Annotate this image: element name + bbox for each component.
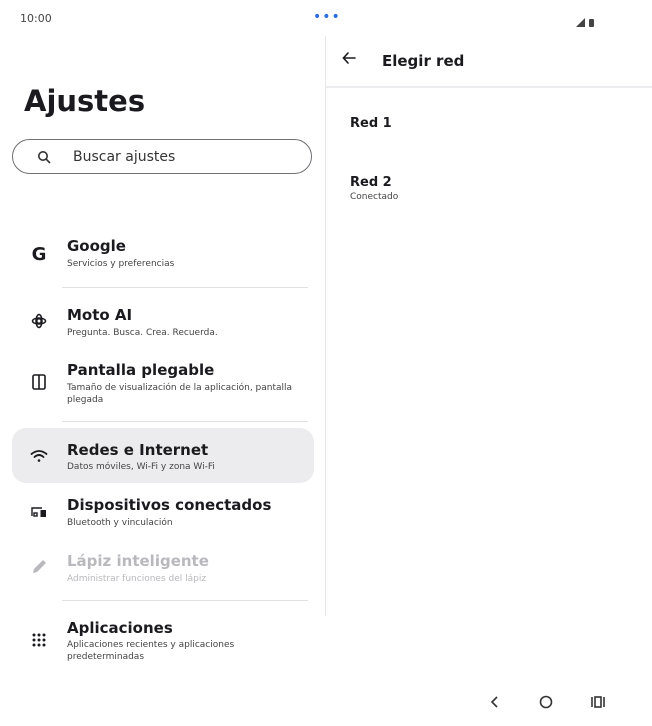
page-title: Ajustes [24,84,146,118]
item-subtitle: Tamaño de visualización de la aplicación… [67,383,293,405]
status-bar: 10:00 ••• [0,0,652,36]
nav-home-icon[interactable] [538,694,554,714]
settings-item-apps[interactable]: Aplicaciones Aplicaciones recientes y ap… [12,615,314,669]
item-subtitle: Datos móviles, Wi-Fi y zona Wi-Fi [67,462,215,472]
search-placeholder: Buscar ajustes [73,149,176,165]
detail-pane: Elegir red Red 1 Red 2 Conectado [326,36,652,616]
moto-ai-icon [26,308,52,334]
foldable-icon [26,369,52,395]
section-divider [62,287,308,288]
network-name: Red 1 [350,116,392,131]
item-title: Redes e Internet [67,441,209,459]
section-divider [62,600,308,601]
item-title: Lápiz inteligente [67,552,209,570]
item-subtitle: Aplicaciones recientes y aplicaciones pr… [67,640,235,662]
settings-item-connected-devices[interactable]: Dispositivos conectados Bluetooth y vinc… [12,492,314,536]
network-status: Conectado [350,192,399,202]
back-arrow-icon[interactable] [342,50,356,69]
item-subtitle: Bluetooth y vinculación [67,518,173,528]
apps-grid-icon [26,627,52,653]
signal-battery-icon [576,13,598,32]
settings-item-smart-pen: Lápiz inteligente Administrar funciones … [12,548,314,592]
settings-item-google[interactable]: G Google Servicios y preferencias [12,233,314,277]
status-time: 10:00 [20,12,52,25]
section-divider [62,421,308,422]
item-subtitle: Administrar funciones del lápiz [67,574,207,584]
google-icon: G [31,243,47,265]
nav-recents-icon[interactable] [590,694,606,714]
search-field[interactable]: Buscar ajustes [12,139,312,174]
pen-icon [26,554,52,580]
item-title: Pantalla plegable [67,361,215,379]
network-item-red-1[interactable]: Red 1 [350,116,392,131]
settings-item-foldable-display[interactable]: Pantalla plegable Tamaño de visualizació… [12,357,314,411]
nav-back-icon[interactable] [488,694,500,714]
item-title: Aplicaciones [67,619,173,637]
wifi-icon [26,443,52,469]
settings-item-moto-ai[interactable]: Moto AI Pregunta. Busca. Crea. Recuerda. [12,302,314,346]
item-title: Moto AI [67,306,133,324]
search-icon [37,149,51,168]
settings-item-network[interactable]: Redes e Internet Datos móviles, Wi-Fi y … [12,428,314,483]
network-name: Red 2 [350,175,392,190]
detail-title: Elegir red [382,52,465,70]
multitask-dots-icon[interactable]: ••• [313,9,341,25]
item-subtitle: Pregunta. Busca. Crea. Recuerda. [67,328,218,338]
item-subtitle: Servicios y preferencias [67,259,175,269]
system-nav-bar [0,690,652,726]
network-item-red-2[interactable]: Red 2 Conectado [350,175,398,202]
devices-icon [26,499,52,525]
header-divider [326,86,652,88]
item-title: Google [67,237,126,255]
item-title: Dispositivos conectados [67,496,272,514]
